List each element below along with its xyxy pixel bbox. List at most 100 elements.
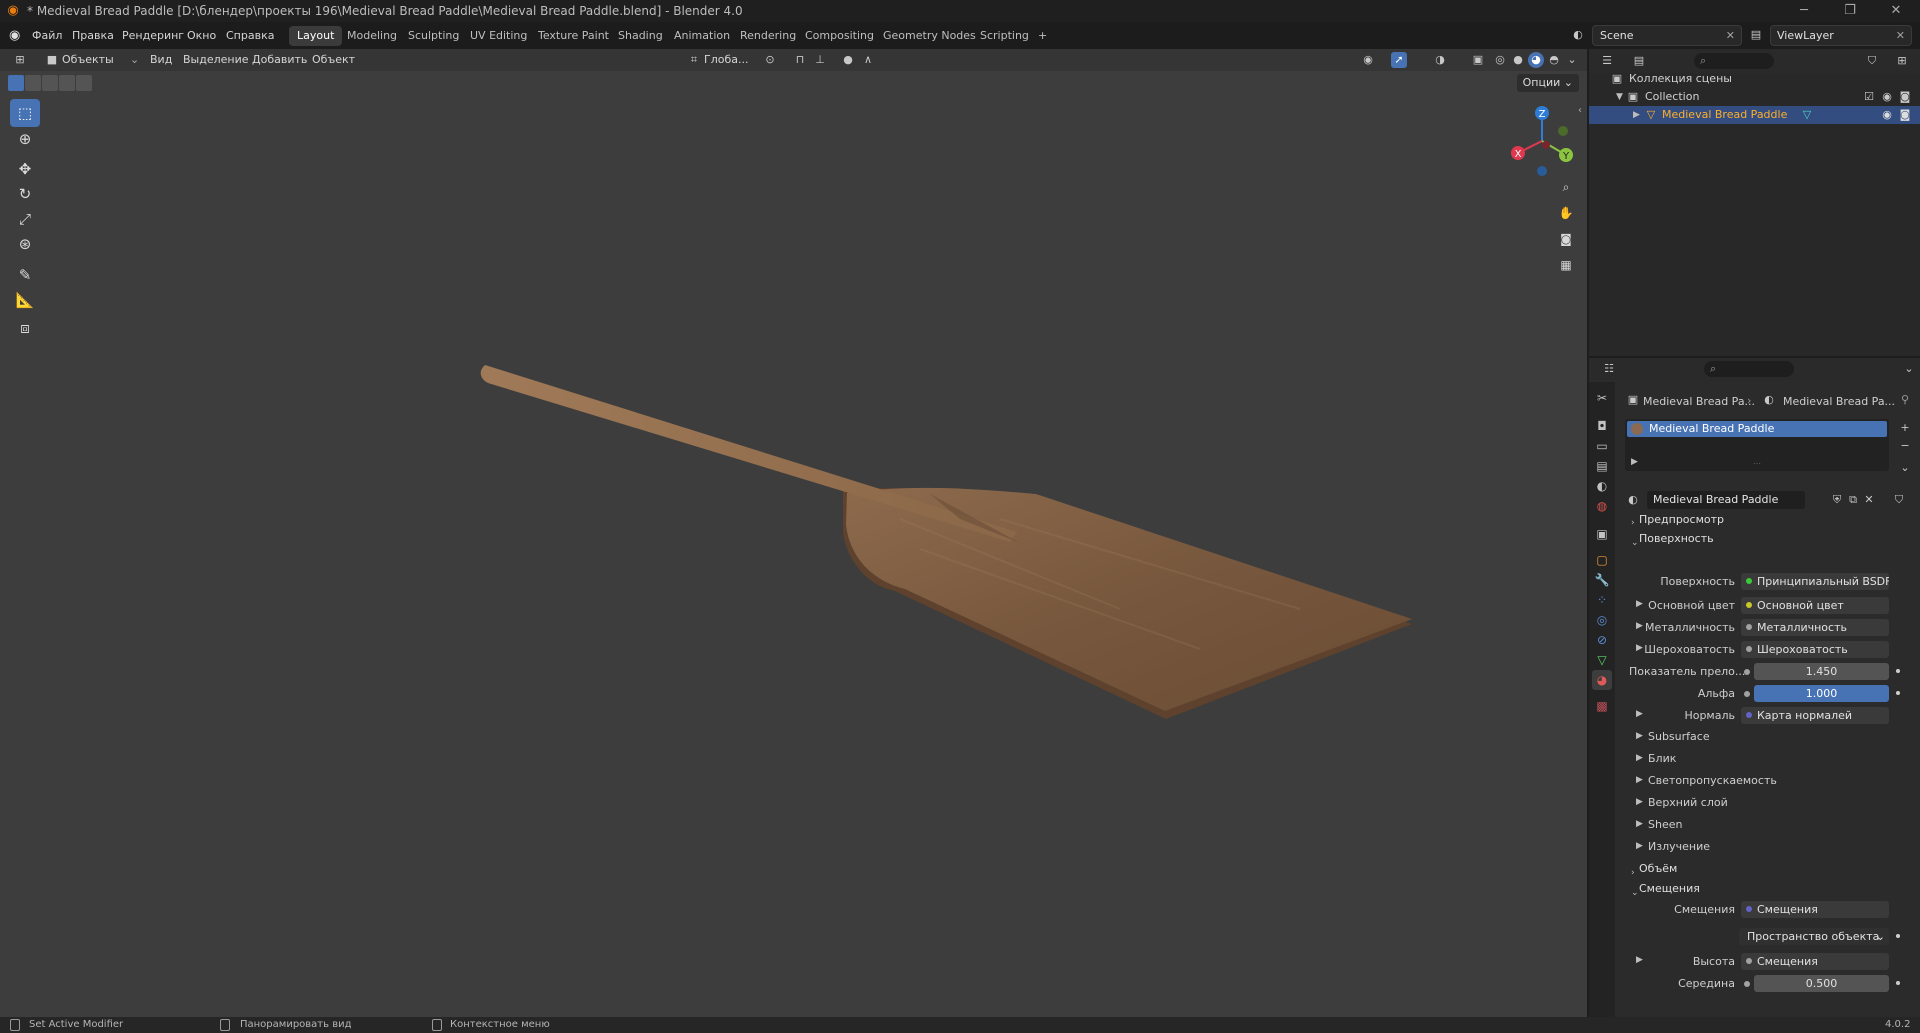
subpanel-sheen[interactable]: Sheen xyxy=(1648,818,1682,831)
pan-hand-icon[interactable]: ✋ xyxy=(1555,202,1577,224)
object-render-icon[interactable]: ◙ xyxy=(1897,107,1913,123)
add-workspace-button[interactable]: + xyxy=(1030,26,1055,46)
subpanel-transmission[interactable]: Светопропускаемость xyxy=(1648,774,1777,787)
tab-uv-editing[interactable]: UV Editing xyxy=(462,26,535,46)
options-dropdown[interactable]: Опции ⌄ xyxy=(1516,74,1579,92)
constraints-tab-icon[interactable]: ⊘ xyxy=(1592,630,1612,650)
falloff-icon[interactable]: ∧ xyxy=(860,52,876,68)
texture-tab-icon[interactable]: ▩ xyxy=(1592,696,1612,716)
outliner-row-scene-collection[interactable]: ▣ Коллекция сцены xyxy=(1589,70,1920,88)
tab-scripting[interactable]: Scripting xyxy=(972,26,1037,46)
view-layer-close-icon[interactable]: ✕ xyxy=(1896,26,1905,45)
transform-tool-icon[interactable]: ⊛ xyxy=(10,230,40,258)
collection-render-icon[interactable]: ◙ xyxy=(1897,89,1913,105)
surface-panel-chevron-icon[interactable]: ⌄ xyxy=(1631,538,1639,548)
collection-checkbox-icon[interactable]: ☑ xyxy=(1861,89,1877,105)
physics-tab-icon[interactable]: ◎ xyxy=(1592,610,1612,630)
filter-icon[interactable]: ⛉ xyxy=(1864,53,1880,69)
base-color-field[interactable]: Основной цвет xyxy=(1741,597,1889,614)
editor-type-icon[interactable]: ⊞ xyxy=(12,52,28,68)
wireframe-shading-icon[interactable]: ◎ xyxy=(1492,52,1508,68)
collection-expand-icon[interactable]: ▼ xyxy=(1616,88,1623,106)
menu-help[interactable]: Справка xyxy=(226,27,274,45)
tab-modeling[interactable]: Modeling xyxy=(339,26,405,46)
emission-expand-icon[interactable]: ▶ xyxy=(1636,841,1643,851)
select-intersect-icon[interactable] xyxy=(76,75,92,91)
fake-user-icon[interactable]: ⛨ xyxy=(1829,492,1845,508)
unlink-material-icon[interactable]: ✕ xyxy=(1861,492,1877,508)
outliner-row-object[interactable]: ▶ ▽ Medieval Bread Paddle ▽ ◉ ◙ xyxy=(1589,106,1920,124)
slot-list-resize-handle[interactable]: ⋯ xyxy=(1753,459,1761,468)
display-mode-icon[interactable]: ▤ xyxy=(1631,53,1647,69)
material-preview-shading-icon[interactable]: ◕ xyxy=(1528,52,1544,68)
duplicate-material-icon[interactable]: ⧉ xyxy=(1845,492,1861,508)
tab-geometry-nodes[interactable]: Geometry Nodes xyxy=(875,26,984,46)
outliner-row-collection[interactable]: ▼ ▣ Collection ☑ ◉ ◙ xyxy=(1589,88,1920,106)
solid-shading-icon[interactable]: ● xyxy=(1510,52,1526,68)
perspective-grid-icon[interactable]: ▦ xyxy=(1555,254,1577,276)
volume-panel-header[interactable]: Объём xyxy=(1639,859,1920,879)
ior-keyframe-icon[interactable] xyxy=(1896,669,1900,673)
menu-select[interactable]: Выделение xyxy=(183,52,249,68)
minimize-icon[interactable]: ─ xyxy=(1782,0,1826,22)
breadcrumb-object[interactable]: Medieval Bread Pa... xyxy=(1643,395,1755,408)
render-tab-icon[interactable]: ◘ xyxy=(1592,416,1612,436)
remove-slot-icon[interactable]: − xyxy=(1897,438,1913,454)
menu-render[interactable]: Рендеринг xyxy=(122,27,184,45)
output-tab-icon[interactable]: ▭ xyxy=(1592,436,1612,456)
select-new-icon[interactable] xyxy=(8,75,24,91)
material-name-field[interactable]: Medieval Bread Paddle xyxy=(1647,491,1805,509)
object-tab-icon[interactable]: ▢ xyxy=(1592,550,1612,570)
roughness-field[interactable]: Шероховатость xyxy=(1741,641,1889,658)
space-keyframe-icon[interactable] xyxy=(1896,934,1900,938)
view-layer-selector[interactable]: ViewLayer ✕ xyxy=(1770,25,1912,46)
tab-sculpting[interactable]: Sculpting xyxy=(400,26,467,46)
viewport-scene[interactable] xyxy=(0,49,1587,1017)
bread-paddle-model[interactable] xyxy=(480,365,1412,719)
breadcrumb-material[interactable]: Medieval Bread Pa... xyxy=(1783,395,1895,408)
displacement-panel-chevron-icon[interactable]: ⌄ xyxy=(1631,888,1639,898)
volume-panel-chevron-icon[interactable]: › xyxy=(1631,868,1635,878)
pin-icon[interactable]: ⚲ xyxy=(1897,392,1913,408)
visibility-icon[interactable]: ◉ xyxy=(1360,52,1376,68)
tab-texture-paint[interactable]: Texture Paint xyxy=(530,26,617,46)
displacement-panel-header[interactable]: Смещения xyxy=(1639,879,1920,899)
material-slot-list[interactable]: Medieval Bread Paddle ▶ ⋯ xyxy=(1625,419,1889,471)
tab-rendering[interactable]: Rendering xyxy=(732,26,804,46)
preview-panel-chevron-icon[interactable]: › xyxy=(1631,518,1635,528)
slot-specials-chevron-icon[interactable]: ⌄ xyxy=(1897,460,1913,476)
material-browse-icon[interactable]: ◐ xyxy=(1625,492,1641,508)
select-subtract-icon[interactable] xyxy=(42,75,58,91)
collection-tab-icon[interactable]: ▣ xyxy=(1592,524,1612,544)
menu-edit[interactable]: Правка xyxy=(72,27,114,45)
mode-chevron-down-icon[interactable]: ⌄ xyxy=(130,52,139,68)
menu-window[interactable]: Окно xyxy=(187,27,216,45)
view-layer-tab-icon[interactable]: ▤ xyxy=(1592,456,1612,476)
subpanel-emission[interactable]: Излучение xyxy=(1648,840,1710,853)
3d-viewport[interactable]: ⊞ ■ Объекты ⌄ Вид Выделение Добавить Объ… xyxy=(0,49,1587,1017)
tab-layout[interactable]: Layout xyxy=(289,26,343,46)
cursor-tool-icon[interactable]: ⊕ xyxy=(10,125,40,153)
surface-panel-header[interactable]: Поверхность xyxy=(1639,529,1920,549)
subpanel-coat[interactable]: Верхний слой xyxy=(1648,796,1728,809)
navigation-gizmo[interactable]: Z X Y xyxy=(1502,101,1582,181)
alpha-keyframe-icon[interactable] xyxy=(1896,691,1900,695)
mesh-data-icon[interactable]: ▽ xyxy=(1799,107,1815,123)
data-tab-icon[interactable]: ▽ xyxy=(1592,650,1612,670)
annotate-tool-icon[interactable]: ✎ xyxy=(10,261,40,289)
transform-orientation-selector[interactable]: Глоба... xyxy=(704,52,748,68)
overlays-icon[interactable]: ◑ xyxy=(1432,52,1448,68)
midlevel-keyframe-icon[interactable] xyxy=(1896,981,1900,985)
mode-selector[interactable]: Объекты xyxy=(62,52,114,68)
metallic-field[interactable]: Металличность xyxy=(1741,619,1889,636)
alpha-field[interactable]: 1.000 xyxy=(1754,685,1889,702)
surface-shader-field[interactable]: Принципиальный BSDF xyxy=(1741,573,1889,590)
add-cube-tool-icon[interactable]: ⧈ xyxy=(10,314,40,342)
object-eye-icon[interactable]: ◉ xyxy=(1879,107,1895,123)
properties-options-chevron-icon[interactable]: ⌄ xyxy=(1901,361,1917,377)
close-icon[interactable]: ✕ xyxy=(1874,0,1918,22)
subpanel-subsurface[interactable]: Subsurface xyxy=(1648,730,1710,743)
object-expand-icon[interactable]: ▶ xyxy=(1633,106,1640,124)
pivot-point-icon[interactable]: ⊙ xyxy=(762,52,778,68)
tool-tab-icon[interactable]: ✂ xyxy=(1592,388,1612,408)
